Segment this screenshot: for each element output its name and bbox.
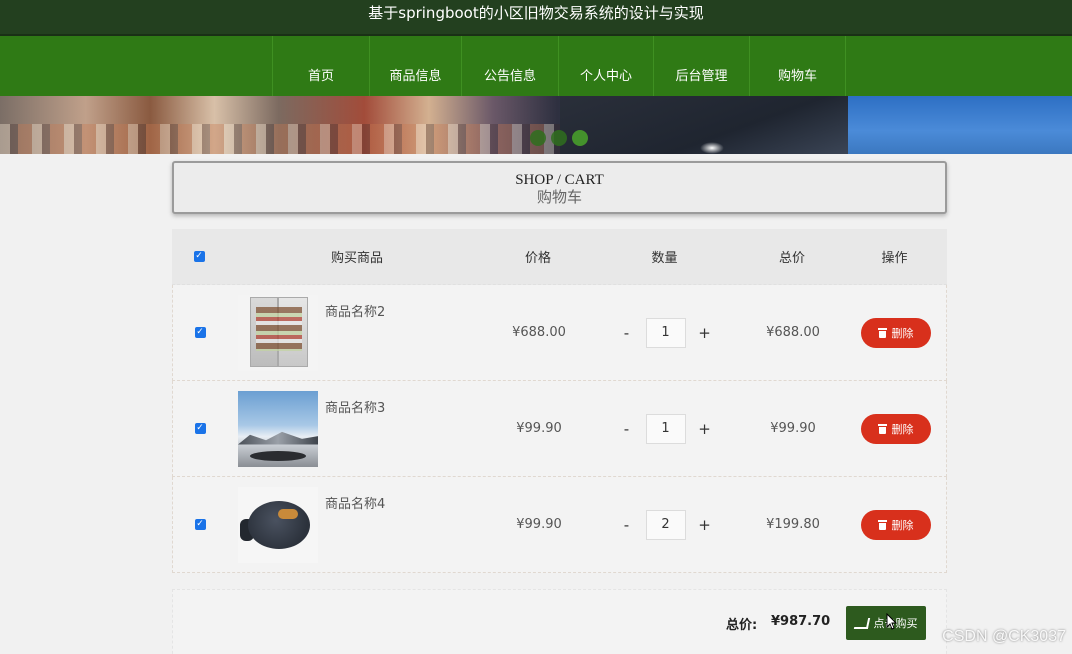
cart-summary: 总价: ¥987.70 点击购买 [172,589,947,654]
header-product: 购买商品 [330,251,383,266]
cart-table: ✓ 购买商品 价格 数量 总价 操作 ✓ 商品名称2 ¥688.00 - 1 +… [172,229,947,573]
product-image-electric-grill[interactable] [238,486,318,563]
delete-label: 删除 [891,518,914,532]
trash-icon [877,327,887,338]
trash-icon [877,423,887,434]
product-price: ¥688.00 [512,325,566,340]
banner-carousel [0,96,1072,154]
product-name[interactable]: 商品名称3 [325,381,475,476]
qty-input[interactable]: 1 [645,413,686,444]
main-nav: 首页 商品信息 公告信息 个人中心 后台管理 购物车 [0,36,1072,96]
item-checkbox[interactable]: ✓ [194,519,206,530]
select-all-checkbox[interactable]: ✓ [193,251,205,262]
product-image-refrigerator[interactable] [238,294,318,371]
nav-item-admin[interactable]: 后台管理 [654,36,750,96]
delete-button[interactable]: 删除 [860,413,931,444]
cart-table-header: ✓ 购买商品 价格 数量 总价 操作 [172,229,947,285]
qty-minus-button[interactable]: - [618,420,636,438]
product-total: ¥688.00 [766,325,820,340]
site-title-bar: 基于springboot的小区旧物交易系统的设计与实现 [0,0,1072,36]
product-name[interactable]: 商品名称2 [325,285,475,380]
nav-item-cart[interactable]: 购物车 [750,36,846,96]
carousel-dot[interactable] [551,130,567,146]
cart-row: ✓ 商品名称3 ¥99.90 - 1 + ¥99.90 删除 [172,381,947,477]
qty-input[interactable]: 1 [645,317,686,348]
grand-total-label: 总价: [726,618,758,633]
product-price: ¥99.90 [516,421,562,436]
delete-button[interactable]: 删除 [860,509,931,540]
site-title: 基于springboot的小区旧物交易系统的设计与实现 [368,4,704,22]
item-checkbox[interactable]: ✓ [194,423,206,434]
trash-icon [877,519,887,530]
page-title-en: SHOP / CART [515,172,604,188]
delete-label: 删除 [891,326,914,340]
item-checkbox[interactable]: ✓ [194,327,206,338]
cart-row: ✓ 商品名称2 ¥688.00 - 1 + ¥688.00 删除 [172,285,947,381]
cart-row: ✓ 商品名称4 ¥99.90 - 2 + ¥199.80 删除 [172,477,947,573]
qty-input[interactable]: 2 [645,509,686,540]
nav-item-products[interactable]: 商品信息 [370,36,462,96]
nav-item-notices[interactable]: 公告信息 [462,36,559,96]
product-image-landscape[interactable] [238,390,318,467]
qty-plus-button[interactable]: + [696,516,714,534]
page-title-cn: 购物车 [536,190,582,206]
qty-minus-button[interactable]: - [618,324,636,342]
header-price: 价格 [524,251,551,266]
qty-minus-button[interactable]: - [618,516,636,534]
carousel-dot[interactable] [530,130,546,146]
watermark: CSDN @CK3037 [942,628,1066,645]
qty-plus-button[interactable]: + [696,420,714,438]
grand-total-value: ¥987.70 [771,614,831,629]
qty-plus-button[interactable]: + [696,324,714,342]
product-price: ¥99.90 [516,517,562,532]
product-total: ¥99.90 [770,421,816,436]
nav-item-home[interactable]: 首页 [273,36,370,96]
nav-item-profile[interactable]: 个人中心 [559,36,654,96]
carousel-dot-active[interactable] [572,130,588,146]
pointer-cursor-icon [886,613,898,630]
header-total: 总价 [778,251,805,266]
product-total: ¥199.80 [766,517,820,532]
product-name[interactable]: 商品名称4 [325,477,475,572]
delete-button[interactable]: 删除 [860,317,931,348]
header-action: 操作 [881,251,908,266]
page-header: SHOP / CART 购物车 [172,161,947,214]
delete-label: 删除 [891,422,914,436]
header-qty: 数量 [651,251,678,266]
carousel-dots [530,130,588,146]
cart-icon [853,617,870,629]
